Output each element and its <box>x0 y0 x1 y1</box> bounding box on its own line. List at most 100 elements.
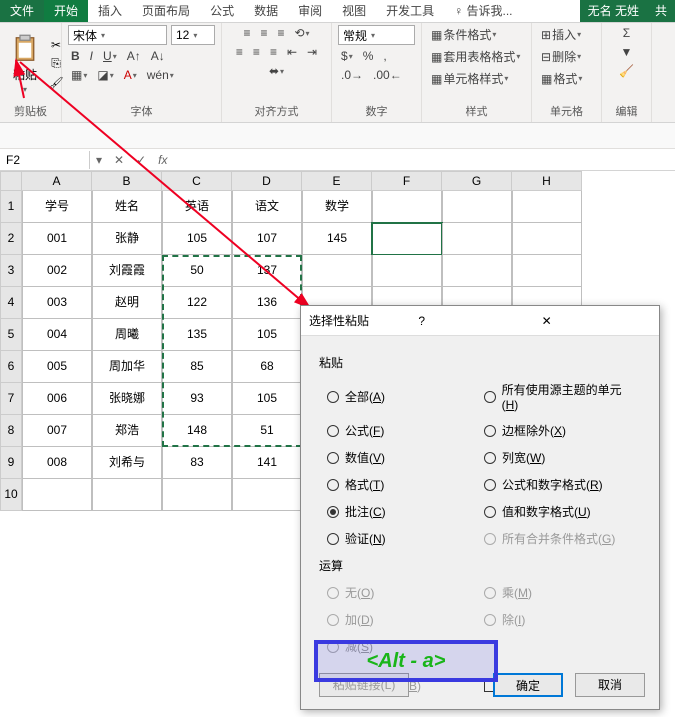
row-header[interactable]: 1 <box>0 191 22 223</box>
col-header-D[interactable]: D <box>232 171 302 191</box>
indent-inc-button[interactable]: ⇥ <box>304 44 320 60</box>
row-header[interactable]: 8 <box>0 415 22 447</box>
cond-format-button[interactable]: ▦ 条件格式▾ <box>428 25 499 44</box>
col-header-H[interactable]: H <box>512 171 582 191</box>
bold-button[interactable]: B <box>68 48 83 64</box>
col-header-C[interactable]: C <box>162 171 232 191</box>
col-header-B[interactable]: B <box>92 171 162 191</box>
tab-layout[interactable]: 页面布局 <box>132 0 200 22</box>
cell[interactable]: 005 <box>22 351 92 383</box>
italic-button[interactable]: I <box>87 48 96 64</box>
col-header-F[interactable]: F <box>372 171 442 191</box>
col-header-A[interactable]: A <box>22 171 92 191</box>
cell[interactable]: 英语 <box>162 191 232 223</box>
number-format-select[interactable]: 常规▾ <box>338 25 415 45</box>
percent-button[interactable]: % <box>360 48 377 64</box>
cell[interactable]: 周加华 <box>92 351 162 383</box>
cell[interactable]: 68 <box>232 351 302 383</box>
cell[interactable]: 51 <box>232 415 302 447</box>
merge-button[interactable]: ⬌▾ <box>266 63 287 79</box>
cell[interactable]: 张静 <box>92 223 162 255</box>
phonetic-button[interactable]: wén▾ <box>144 67 177 83</box>
inc-decimal-button[interactable]: .0→ <box>338 67 366 83</box>
align-bot-button[interactable]: ≡ <box>274 25 287 41</box>
cell[interactable] <box>372 191 442 223</box>
namebox-dropdown-icon[interactable]: ▾ <box>90 153 108 167</box>
paste-option-X[interactable]: 边框除外(X) <box>484 422 633 439</box>
paste-option-C[interactable]: 批注(C) <box>327 503 476 520</box>
increase-font-button[interactable]: A↑ <box>124 48 144 64</box>
cell[interactable] <box>512 223 582 255</box>
delete-cells-button[interactable]: ⊟ 删除▾ <box>538 47 584 66</box>
align-mid-button[interactable]: ≡ <box>257 25 270 41</box>
row-header[interactable]: 4 <box>0 287 22 319</box>
cell-style-button[interactable]: ▦ 单元格样式▾ <box>428 69 511 88</box>
align-center-button[interactable]: ≡ <box>250 44 263 60</box>
align-top-button[interactable]: ≡ <box>240 25 253 41</box>
font-name-select[interactable]: 宋体▾ <box>68 25 167 45</box>
fill-color-button[interactable]: ◪▾ <box>94 67 116 83</box>
cell[interactable]: 数学 <box>302 191 372 223</box>
currency-button[interactable]: $▾ <box>338 48 356 64</box>
row-header[interactable]: 2 <box>0 223 22 255</box>
cell[interactable]: 148 <box>162 415 232 447</box>
cell[interactable]: 008 <box>22 447 92 479</box>
cell[interactable] <box>92 479 162 511</box>
row-header[interactable]: 3 <box>0 255 22 287</box>
cell[interactable]: 145 <box>302 223 372 255</box>
col-header-G[interactable]: G <box>442 171 512 191</box>
cell[interactable] <box>302 255 372 287</box>
fx-icon[interactable]: fx <box>152 153 173 167</box>
tab-formula[interactable]: 公式 <box>200 0 244 22</box>
tab-file[interactable]: 文件 <box>0 0 44 22</box>
paste-option-A[interactable]: 全部(A) <box>327 381 476 412</box>
cell[interactable]: 137 <box>232 255 302 287</box>
paste-option-W[interactable]: 列宽(W) <box>484 449 633 466</box>
indent-dec-button[interactable]: ⇤ <box>284 44 300 60</box>
row-header[interactable]: 6 <box>0 351 22 383</box>
comma-button[interactable]: , <box>380 48 389 64</box>
cell[interactable]: 姓名 <box>92 191 162 223</box>
cell[interactable]: 141 <box>232 447 302 479</box>
paste-option-R[interactable]: 公式和数字格式(R) <box>484 476 633 493</box>
cancel-button[interactable]: 取消 <box>575 673 645 697</box>
table-format-button[interactable]: ▦ 套用表格格式▾ <box>428 47 523 66</box>
paste-option-U[interactable]: 值和数字格式(U) <box>484 503 633 520</box>
row-header[interactable]: 5 <box>0 319 22 351</box>
cell[interactable]: 郑浩 <box>92 415 162 447</box>
cell[interactable] <box>372 255 442 287</box>
cell[interactable]: 122 <box>162 287 232 319</box>
cell[interactable] <box>442 223 512 255</box>
cell[interactable]: 004 <box>22 319 92 351</box>
cell[interactable]: 周曦 <box>92 319 162 351</box>
cell[interactable]: 85 <box>162 351 232 383</box>
paste-option-T[interactable]: 格式(T) <box>327 476 476 493</box>
cell[interactable]: 006 <box>22 383 92 415</box>
cell[interactable] <box>372 223 442 255</box>
cell[interactable] <box>512 191 582 223</box>
cell[interactable]: 003 <box>22 287 92 319</box>
cell[interactable]: 93 <box>162 383 232 415</box>
align-right-button[interactable]: ≡ <box>267 44 280 60</box>
cell[interactable] <box>162 479 232 511</box>
cell[interactable]: 张晓娜 <box>92 383 162 415</box>
dec-decimal-button[interactable]: .00← <box>370 67 405 83</box>
paste-option-V[interactable]: 数值(V) <box>327 449 476 466</box>
paste-option-F[interactable]: 公式(F) <box>327 422 476 439</box>
tab-view[interactable]: 视图 <box>332 0 376 22</box>
select-all-corner[interactable] <box>0 171 22 191</box>
tab-home[interactable]: 开始 <box>44 0 88 22</box>
paste-option-H[interactable]: 所有使用源主题的单元(H) <box>484 381 633 412</box>
clear-button[interactable]: 🧹 <box>616 63 637 79</box>
tab-data[interactable]: 数据 <box>244 0 288 22</box>
tab-dev[interactable]: 开发工具 <box>376 0 444 22</box>
cell[interactable]: 001 <box>22 223 92 255</box>
cell[interactable]: 135 <box>162 319 232 351</box>
row-header[interactable]: 9 <box>0 447 22 479</box>
enter-formula-icon[interactable]: ✓ <box>130 153 152 167</box>
cell[interactable] <box>442 255 512 287</box>
help-icon[interactable]: ? <box>418 314 527 328</box>
cell[interactable] <box>22 479 92 511</box>
autosum-button[interactable]: Σ <box>620 25 633 41</box>
share-button[interactable]: 共 <box>647 0 675 22</box>
